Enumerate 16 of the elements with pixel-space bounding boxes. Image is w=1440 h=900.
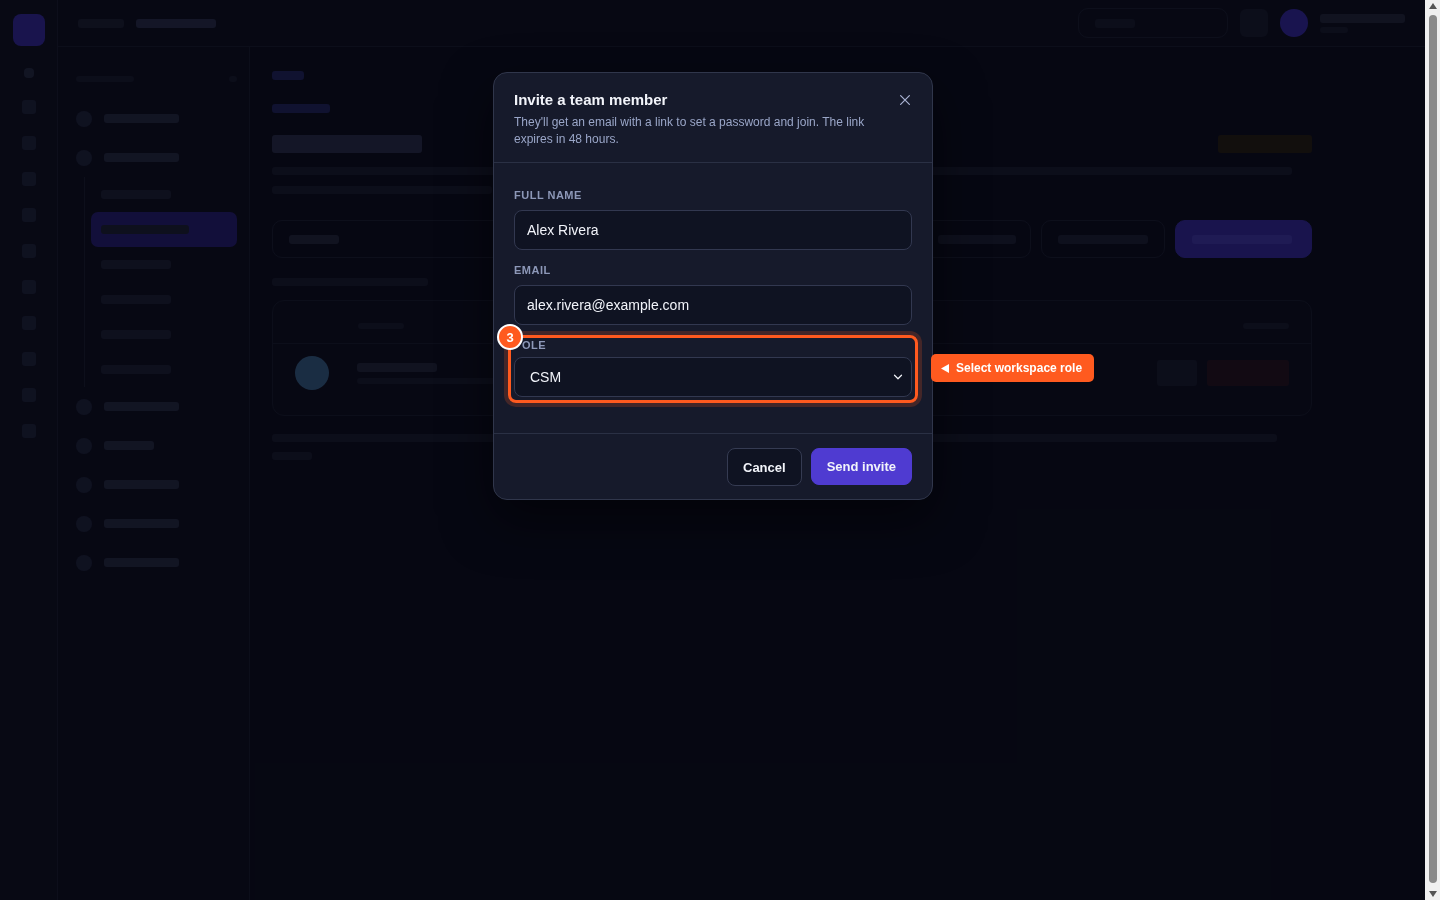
field-label: FULL NAME — [514, 189, 583, 201]
field-label: OLE — [521, 339, 548, 351]
close-icon — [898, 93, 912, 107]
text-input[interactable]: alex.rivera@example.com — [514, 285, 912, 325]
dialog-description: They'll get an email with a link to set a password and join. The link expires in 48 hours. — [514, 114, 866, 148]
hint-text: Select workspace role — [956, 361, 1083, 375]
text-input[interactable]: Alex Rivera — [514, 210, 912, 250]
pointer-triangle-icon — [941, 363, 949, 373]
send-invite-button[interactable]: Send invite — [810, 448, 912, 485]
role-select[interactable]: CSM — [514, 357, 912, 397]
scrollbar[interactable] — [1425, 0, 1440, 900]
field-label: EMAIL — [514, 264, 552, 276]
cancel-button[interactable]: Cancel — [727, 448, 802, 486]
dialog-title: Invite a team member — [514, 91, 669, 108]
step-number: 3 — [497, 324, 523, 350]
select-value: CSM — [530, 369, 562, 385]
